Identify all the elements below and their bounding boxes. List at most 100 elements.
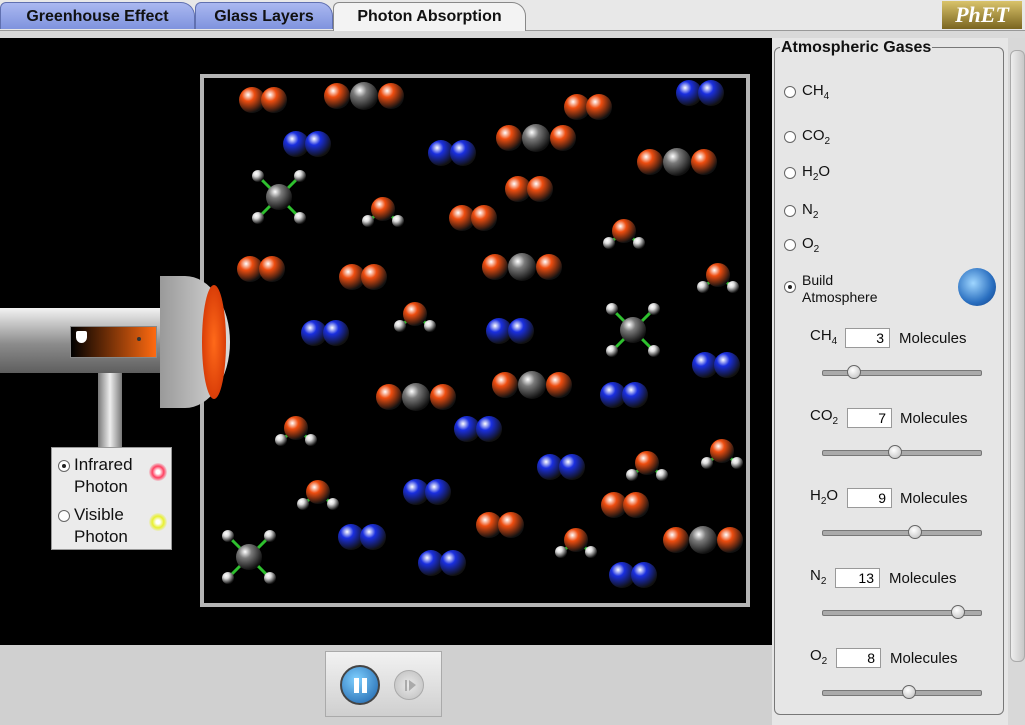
h2o-molecule <box>706 263 730 287</box>
count-slider-track-0[interactable] <box>822 370 982 376</box>
visible-photon-icon <box>149 513 167 531</box>
h2o-molecule <box>362 215 374 227</box>
o2-molecule <box>261 87 287 113</box>
gas-option-h2o[interactable]: H2O <box>784 163 830 183</box>
co2-molecule <box>402 383 430 411</box>
n2-molecule <box>323 320 349 346</box>
n2-molecule <box>631 562 657 588</box>
h2o-molecule <box>710 439 734 463</box>
photon-type-panel: Infrared Photon Visible Photon <box>51 447 172 550</box>
molecules-label-0: Molecules <box>899 330 967 347</box>
visible-label-2: Photon <box>74 527 128 546</box>
ch4-molecule <box>648 303 660 315</box>
count-slider-track-2[interactable] <box>822 530 982 536</box>
build-label-2: Atmosphere <box>802 289 878 305</box>
o2-molecule <box>259 256 285 282</box>
co2-molecule <box>689 526 717 554</box>
h2o-molecule <box>327 498 339 510</box>
count-label-4: O2 <box>810 647 827 667</box>
co2-molecule <box>546 372 572 398</box>
h2o-molecule <box>394 320 406 332</box>
gas-option-n2[interactable]: N2 <box>784 201 818 221</box>
infrared-photon-option[interactable]: Infrared Photon <box>58 454 133 498</box>
emission-rate-knob[interactable] <box>76 331 87 343</box>
build-label-1: Build <box>802 272 834 288</box>
ch4-molecule <box>252 212 264 224</box>
h2o-label-tail: O <box>818 163 831 180</box>
emission-rate-marker <box>137 337 141 341</box>
infrared-photon-radio[interactable] <box>58 459 70 472</box>
n2-molecule <box>305 131 331 157</box>
ch4-radio[interactable] <box>784 86 796 98</box>
h2o-molecule <box>727 281 739 293</box>
ch4-subscript: 4 <box>823 91 830 102</box>
o2-molecule <box>586 94 612 120</box>
pause-button[interactable] <box>340 665 380 705</box>
count-formula: N <box>810 567 821 584</box>
count-input-1[interactable]: 7 <box>847 408 892 428</box>
ch4-molecule <box>236 544 262 570</box>
visible-photon-radio[interactable] <box>58 509 70 522</box>
h2o-label: H <box>802 163 813 180</box>
earth-icon <box>958 268 996 306</box>
h2o-molecule <box>284 416 308 440</box>
co2-radio[interactable] <box>784 131 796 143</box>
h2o-molecule <box>392 215 404 227</box>
o2-subscript: 2 <box>813 244 820 255</box>
count-label-2: H2O <box>810 487 838 507</box>
n2-radio[interactable] <box>784 205 796 217</box>
h2o-molecule <box>306 480 330 504</box>
count-formula: H <box>810 487 821 504</box>
h2o-molecule <box>403 302 427 326</box>
infrared-label-2: Photon <box>74 477 128 496</box>
ch4-molecule <box>222 530 234 542</box>
count-input-2[interactable]: 9 <box>847 488 892 508</box>
h2o-radio[interactable] <box>784 167 796 179</box>
o2-molecule <box>498 512 524 538</box>
gas-option-o2[interactable]: O2 <box>784 235 819 255</box>
panel-title: Atmospheric Gases <box>780 39 933 57</box>
o2-radio[interactable] <box>784 239 796 251</box>
infrared-photon-icon <box>149 463 167 481</box>
ch4-molecule <box>606 303 618 315</box>
co2-molecule <box>492 372 518 398</box>
h2o-molecule <box>564 528 588 552</box>
count-slider-thumb-0[interactable] <box>846 365 861 379</box>
build-atmosphere-radio[interactable] <box>784 281 796 293</box>
h2o-molecule <box>701 457 713 469</box>
infrared-label-1: Infrared <box>74 455 133 474</box>
ch4-molecule <box>606 345 618 357</box>
h2o-molecule <box>612 219 636 243</box>
molecules-label-3: Molecules <box>889 570 957 587</box>
h2o-molecule <box>626 469 638 481</box>
co2-molecule <box>663 148 691 176</box>
co2-molecule <box>550 125 576 151</box>
ch4-molecule <box>620 317 646 343</box>
visible-photon-option[interactable]: Visible Photon <box>58 504 128 548</box>
count-slider-thumb-4[interactable] <box>901 685 916 699</box>
panel-scrollbar-thumb[interactable] <box>1010 50 1025 662</box>
h2o-molecule <box>371 197 395 221</box>
ch4-molecule <box>252 170 264 182</box>
co2-molecule <box>522 124 550 152</box>
gas-option-co2[interactable]: CO2 <box>784 127 830 147</box>
gas-option-build-atmosphere[interactable]: Build Atmosphere <box>784 272 877 306</box>
count-slider-track-1[interactable] <box>822 450 982 456</box>
count-subscript: 2 <box>832 416 839 427</box>
count-slider-thumb-1[interactable] <box>887 445 902 459</box>
step-button[interactable] <box>394 670 424 700</box>
h2o-molecule <box>555 546 567 558</box>
count-input-0[interactable]: 3 <box>845 328 890 348</box>
gas-option-ch4[interactable]: CH4 <box>784 82 829 102</box>
ch4-molecule <box>264 572 276 584</box>
count-input-4[interactable]: 8 <box>836 648 881 668</box>
h2o-molecule <box>656 469 668 481</box>
ch4-molecule <box>266 184 292 210</box>
emitter-lens <box>202 285 226 399</box>
co2-molecule <box>430 384 456 410</box>
count-input-3[interactable]: 13 <box>835 568 880 588</box>
co2-label: CO <box>802 127 825 144</box>
h2o-molecule <box>731 457 743 469</box>
n2-molecule <box>714 352 740 378</box>
count-slider-thumb-3[interactable] <box>950 605 965 619</box>
